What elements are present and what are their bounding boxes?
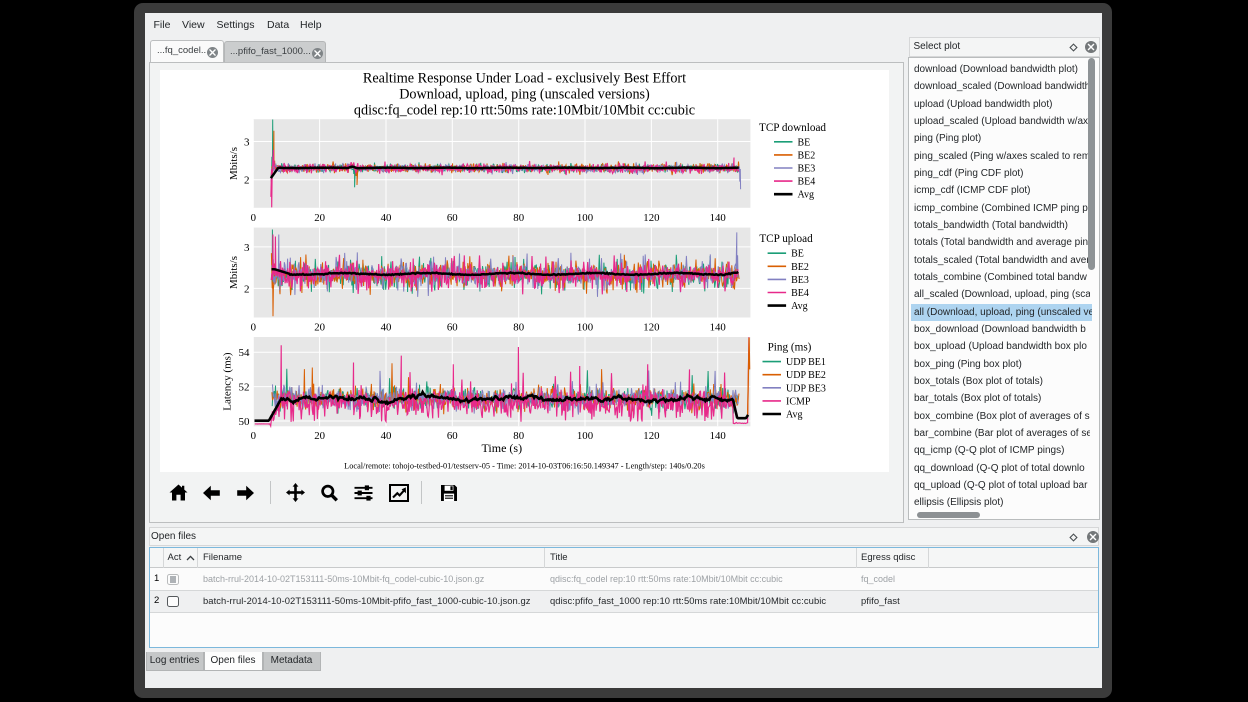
svg-text:0: 0 — [251, 430, 256, 442]
svg-text:BE2: BE2 — [798, 150, 816, 161]
svg-text:120: 120 — [643, 212, 659, 224]
svg-text:UDP BE2: UDP BE2 — [786, 370, 826, 381]
svg-text:Mbits/s: Mbits/s — [228, 256, 240, 289]
svg-text:120: 120 — [643, 430, 659, 442]
svg-text:60: 60 — [447, 430, 458, 442]
svg-text:3: 3 — [244, 242, 250, 254]
svg-text:140: 140 — [710, 321, 726, 333]
svg-text:140: 140 — [710, 212, 726, 224]
svg-text:100: 100 — [577, 212, 593, 224]
svg-text:80: 80 — [513, 212, 524, 224]
svg-text:Time (s): Time (s) — [482, 441, 523, 455]
svg-text:20: 20 — [314, 212, 325, 224]
svg-text:Download, upload, ping (unscal: Download, upload, ping (unscaled version… — [399, 87, 650, 103]
svg-text:40: 40 — [381, 321, 392, 333]
svg-text:2: 2 — [244, 283, 250, 295]
svg-text:3: 3 — [244, 137, 250, 149]
svg-text:50: 50 — [239, 416, 251, 428]
svg-text:80: 80 — [513, 430, 524, 442]
svg-text:BE: BE — [798, 137, 811, 148]
svg-text:TCP download: TCP download — [759, 122, 826, 134]
svg-text:0: 0 — [251, 212, 256, 224]
svg-text:100: 100 — [577, 321, 593, 333]
svg-text:Realtime Response Under Load -: Realtime Response Under Load - exclusive… — [363, 71, 686, 87]
svg-text:BE2: BE2 — [791, 262, 809, 273]
svg-text:60: 60 — [447, 212, 458, 224]
svg-text:60: 60 — [447, 321, 458, 333]
svg-text:120: 120 — [643, 321, 659, 333]
svg-text:Mbits/s: Mbits/s — [228, 147, 240, 180]
svg-text:BE3: BE3 — [798, 164, 816, 175]
svg-text:40: 40 — [381, 212, 392, 224]
svg-text:Avg: Avg — [786, 410, 802, 421]
svg-text:UDP BE1: UDP BE1 — [786, 357, 826, 368]
svg-text:Avg: Avg — [798, 190, 814, 201]
svg-text:ICMP: ICMP — [786, 396, 811, 407]
svg-text:BE3: BE3 — [791, 275, 809, 286]
svg-text:52: 52 — [239, 382, 250, 394]
svg-text:BE4: BE4 — [791, 288, 809, 299]
svg-text:Latency (ms): Latency (ms) — [222, 352, 234, 411]
svg-text:20: 20 — [314, 430, 325, 442]
svg-text:qdisc:fq_codel rep:10 rtt:50ms: qdisc:fq_codel rep:10 rtt:50ms rate:10Mb… — [354, 103, 695, 119]
svg-text:TCP upload: TCP upload — [759, 233, 813, 245]
svg-text:0: 0 — [251, 321, 256, 333]
svg-text:BE4: BE4 — [798, 177, 816, 188]
svg-text:20: 20 — [314, 321, 325, 333]
svg-text:140: 140 — [710, 430, 726, 442]
svg-text:2: 2 — [244, 175, 250, 187]
svg-text:80: 80 — [513, 321, 524, 333]
svg-text:Local/remote: tohojo-testbed-0: Local/remote: tohojo-testbed-01/testserv… — [344, 462, 705, 471]
svg-text:40: 40 — [381, 430, 392, 442]
svg-text:BE: BE — [791, 249, 804, 260]
svg-text:UDP BE3: UDP BE3 — [786, 383, 826, 394]
svg-text:54: 54 — [239, 347, 251, 359]
svg-text:100: 100 — [577, 430, 593, 442]
svg-text:Ping (ms): Ping (ms) — [768, 342, 812, 354]
svg-text:Avg: Avg — [791, 301, 807, 312]
